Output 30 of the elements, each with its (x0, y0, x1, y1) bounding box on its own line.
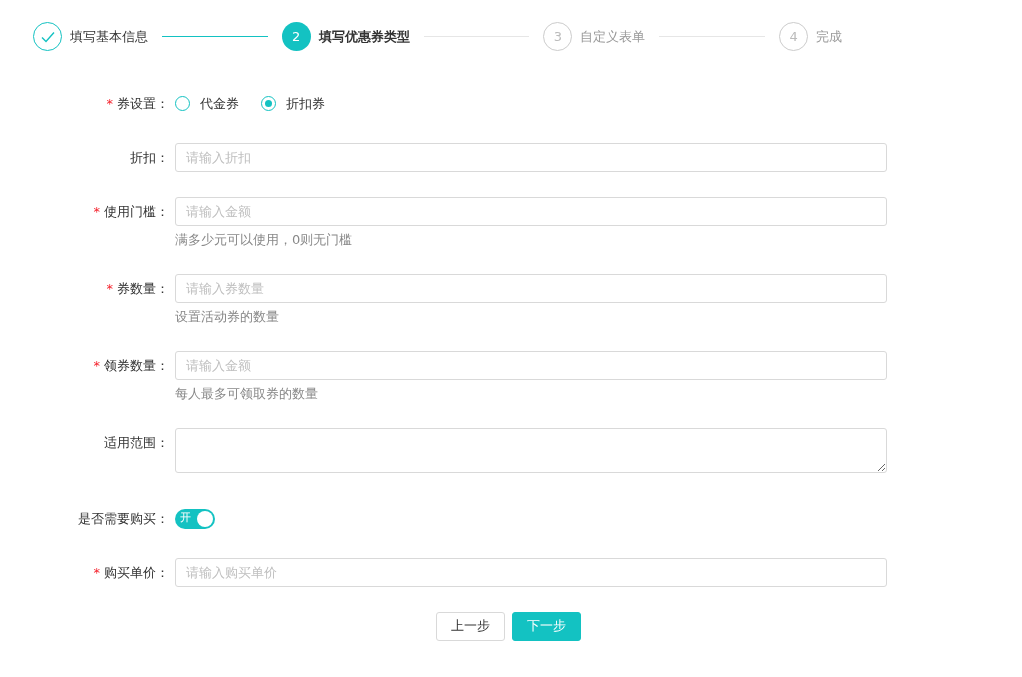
field-label: 领券数量： (104, 358, 169, 373)
required-asterisk: * (106, 281, 113, 296)
field-label: 是否需要购买： (78, 510, 169, 526)
field-label: 券设置： (117, 96, 169, 111)
hint-text: 满多少元可以使用，0则无门槛 (175, 231, 354, 249)
required-asterisk: * (93, 204, 100, 219)
field-label: 券数量： (117, 281, 169, 296)
input-field[interactable]: 请输入购买单价 (175, 557, 887, 587)
input-field[interactable]: 请输入金额 (175, 351, 887, 380)
required-asterisk: * (93, 564, 100, 580)
previous-button[interactable]: 上一步 (436, 611, 505, 641)
step-label: 填写优惠券类型 (318, 27, 410, 46)
textarea-field[interactable] (175, 428, 887, 473)
input-field[interactable]: 请输入金额 (175, 197, 887, 226)
hint-text: 设置活动券的数量 (175, 308, 280, 326)
step-label: 完成 (816, 27, 842, 46)
hint-text: 每人最多可领取券的数量 (175, 385, 319, 403)
step-circle: 2 (281, 22, 311, 51)
field-label: 购买单价： (104, 564, 169, 580)
input-field[interactable]: 请输入券数量 (175, 274, 887, 303)
radio-option[interactable]: 折扣券 (261, 89, 325, 118)
field-label: 适用范围： (104, 435, 169, 450)
required-asterisk: * (93, 358, 100, 373)
step-label: 自定义表单 (580, 27, 646, 46)
input-field[interactable]: 请输入折扣 (175, 143, 887, 172)
field-label: 折扣： (130, 150, 169, 165)
required-asterisk: * (106, 96, 113, 111)
field-label: 使用门槛： (104, 204, 169, 219)
step-label: 填写基本信息 (70, 27, 148, 46)
radio-option[interactable]: 代金券 (175, 89, 239, 118)
